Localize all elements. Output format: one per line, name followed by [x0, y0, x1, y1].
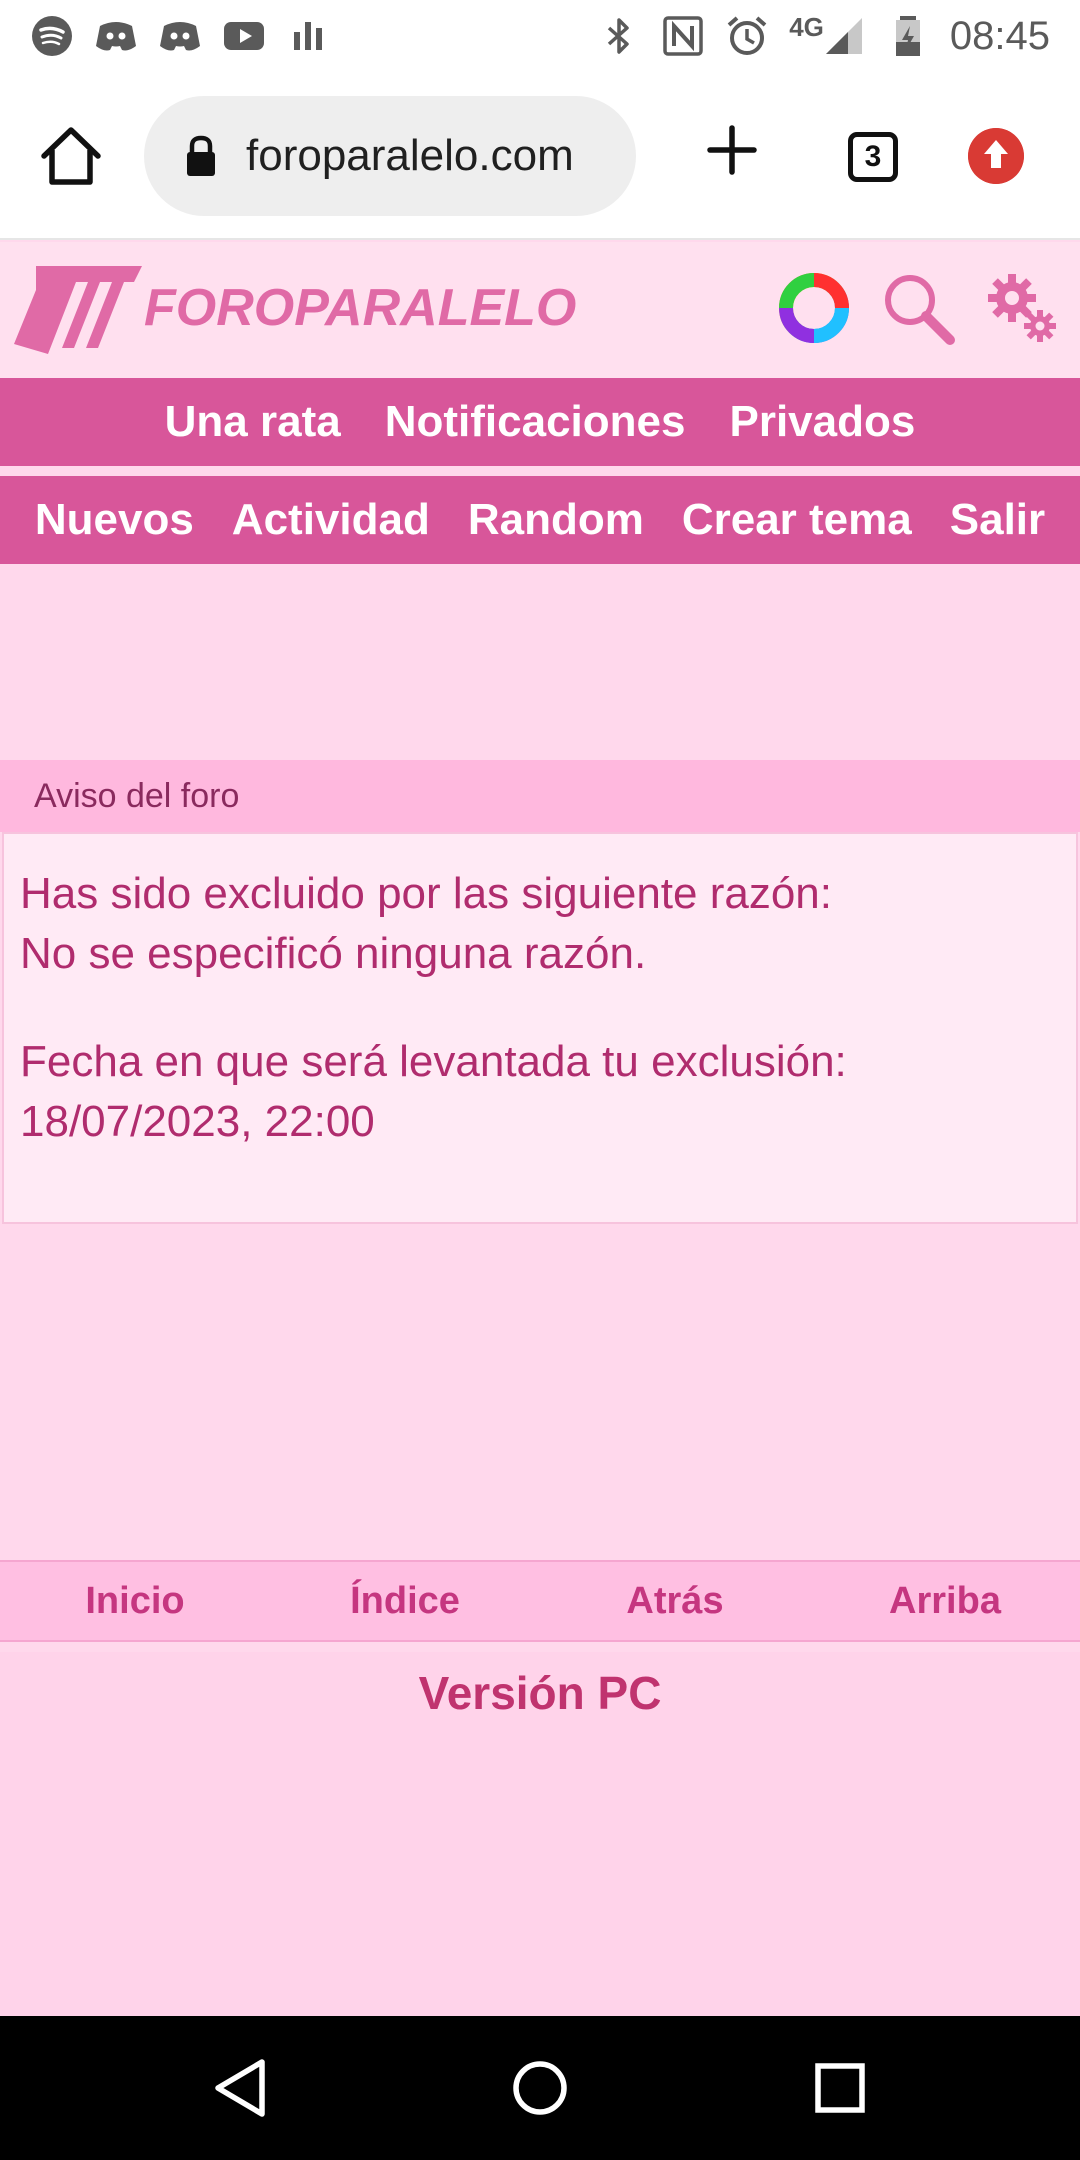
status-time: 08:45 [949, 13, 1050, 58]
status-notification-icons [30, 14, 330, 58]
recents-square-icon[interactable] [804, 2052, 876, 2124]
settings-gears-icon[interactable] [984, 270, 1060, 346]
user-nav: Una rata Notificaciones Privados [0, 378, 1080, 466]
system-nav-bar [0, 2016, 1080, 2160]
logo-mark-icon [14, 266, 142, 354]
nav-user-profile[interactable]: Una rata [165, 397, 341, 447]
nav-create-thread[interactable]: Crear tema [682, 495, 912, 545]
notice-body: Has sido excluido por las siguiente razó… [2, 832, 1078, 1224]
tab-count: 3 [864, 140, 882, 173]
tab-switcher-button[interactable]: 3 [848, 132, 898, 182]
site-header: FOROPARALELO [0, 242, 1080, 378]
header-actions [776, 270, 1060, 346]
equalizer-icon [294, 22, 322, 50]
home-icon[interactable] [36, 124, 106, 188]
pc-version-link[interactable]: Versión PC [0, 1666, 1080, 1720]
notice-reason-value: No se especificó ninguna razón. [20, 929, 647, 978]
main-nav: Nuevos Actividad Random Crear tema Salir [0, 476, 1080, 564]
url-text: foroparalelo.com [246, 131, 574, 180]
search-icon[interactable] [880, 270, 956, 346]
notice-date-value: 18/07/2023, 22:00 [20, 1097, 375, 1146]
address-bar[interactable]: foroparalelo.com [144, 96, 636, 216]
browser-toolbar: foroparalelo.com 3 [0, 72, 1080, 240]
network-type-label: 4G [789, 11, 824, 42]
footer-nav: Inicio Índice Atrás Arriba [0, 1560, 1080, 1642]
status-bar: 4G 08:45 [0, 0, 1080, 72]
logo-text: FOROPARALELO [144, 279, 577, 337]
site-logo[interactable]: FOROPARALELO [14, 260, 576, 356]
nav-private-messages[interactable]: Privados [729, 397, 915, 447]
battery-icon [895, 16, 920, 56]
spotify-icon [32, 16, 72, 56]
footer-link-back[interactable]: Atrás [540, 1580, 810, 1623]
lock-icon [187, 135, 215, 176]
notice-header: Aviso del foro [0, 760, 1080, 832]
signal-icon [825, 18, 862, 54]
notice-date-label: Fecha en que será levantada tu exclusión… [20, 1037, 847, 1086]
nav-notifications[interactable]: Notificaciones [385, 397, 686, 447]
youtube-icon [224, 22, 264, 50]
discord-icon [160, 22, 200, 51]
footer-link-top[interactable]: Arriba [810, 1580, 1080, 1623]
color-wheel-icon[interactable] [776, 270, 852, 346]
nav-new-posts[interactable]: Nuevos [35, 495, 194, 545]
nav-random[interactable]: Random [468, 495, 644, 545]
nav-logout[interactable]: Salir [950, 495, 1045, 545]
nav-activity[interactable]: Actividad [232, 495, 430, 545]
home-circle-icon[interactable] [504, 2052, 576, 2124]
update-icon[interactable] [968, 128, 1024, 184]
footer-link-index[interactable]: Índice [270, 1580, 540, 1623]
alarm-icon [727, 16, 767, 55]
notice-reason-label: Has sido excluido por las siguiente razó… [20, 869, 833, 918]
footer-link-home[interactable]: Inicio [0, 1580, 270, 1623]
nfc-icon [663, 16, 703, 56]
new-tab-icon[interactable] [704, 122, 760, 178]
status-system-icons: 4G 08:45 [597, 11, 1050, 59]
discord-icon [96, 22, 136, 51]
back-triangle-icon[interactable] [206, 2052, 278, 2124]
bluetooth-icon [608, 18, 629, 54]
